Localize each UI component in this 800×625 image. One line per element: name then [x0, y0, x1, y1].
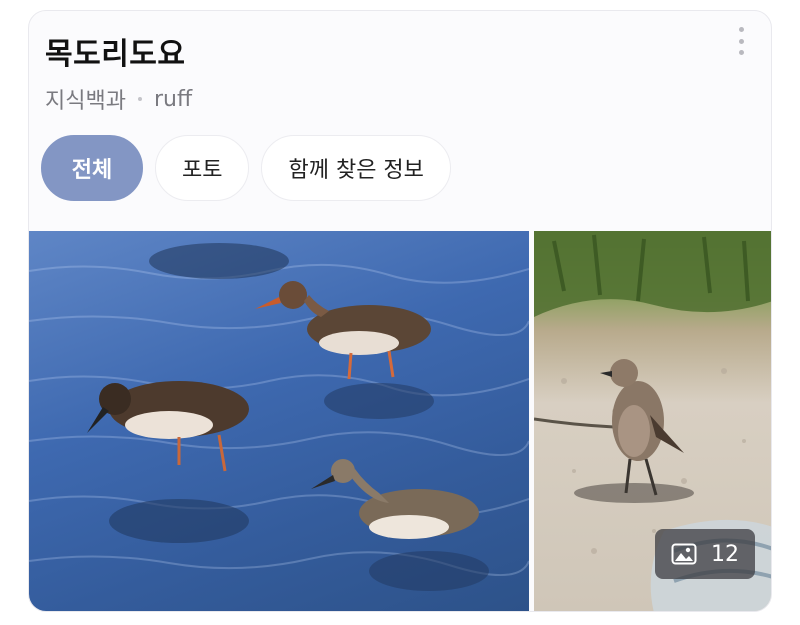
separator-dot: [137, 97, 142, 101]
result-title[interactable]: 목도리도요: [45, 29, 186, 73]
ruff-birds-illustration: [29, 243, 529, 591]
ruff-bird-1: [255, 281, 431, 380]
photo-count: 12: [711, 541, 739, 567]
source-name[interactable]: 지식백과: [45, 83, 126, 115]
source-line: 지식백과 ruff: [45, 83, 192, 115]
tab-bar: 전체 포토 함께 찾은 정보: [41, 135, 451, 201]
ruff-bird-3: [311, 459, 479, 539]
main-photo[interactable]: [29, 231, 529, 611]
side-photo[interactable]: 12: [534, 231, 771, 611]
ruff-bird-2: [87, 381, 249, 472]
tab-related-info[interactable]: 함께 찾은 정보: [261, 135, 451, 201]
pratincole-bird: [600, 359, 684, 496]
more-options-icon[interactable]: [737, 27, 745, 55]
image-icon: [671, 543, 697, 565]
source-term: ruff: [153, 86, 193, 112]
tab-all[interactable]: 전체: [41, 135, 143, 201]
tab-photo[interactable]: 포토: [155, 135, 250, 201]
photo-count-badge[interactable]: 12: [655, 529, 755, 579]
search-result-card: 목도리도요 지식백과 ruff 전체 포토 함께 찾은 정보 12: [28, 10, 772, 612]
